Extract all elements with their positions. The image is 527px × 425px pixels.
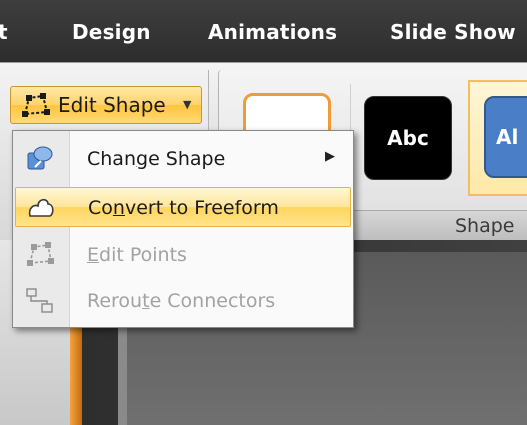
change-shape-icon xyxy=(27,146,53,170)
shape-style-blue[interactable]: Al xyxy=(484,96,527,178)
tab-partial[interactable]: t xyxy=(0,20,8,44)
tab-design[interactable]: Design xyxy=(72,20,151,44)
shape-style-black[interactable]: Abc xyxy=(364,96,452,180)
edit-shape-menu: Change Shape ▶ Convert to Freeform Edit … xyxy=(12,130,354,328)
reroute-connectors-icon xyxy=(26,288,53,313)
edit-shape-label: Edit Shape xyxy=(58,93,166,117)
freeform-icon xyxy=(28,198,54,217)
menu-item-edit-points[interactable]: Edit Points xyxy=(15,235,351,275)
menu-item-change-shape[interactable]: Change Shape ▶ xyxy=(15,139,351,179)
edit-shape-icon xyxy=(22,93,50,117)
ribbon-tab-bar: t Design Animations Slide Show xyxy=(0,0,527,66)
tab-animations[interactable]: Animations xyxy=(208,20,337,44)
edit-points-icon xyxy=(27,242,54,266)
menu-item-convert-to-freeform[interactable]: Convert to Freeform xyxy=(15,187,351,227)
menu-item-reroute-connectors[interactable]: Reroute Connectors xyxy=(15,281,351,321)
tab-slide-show[interactable]: Slide Show xyxy=(390,20,516,44)
edit-shape-button[interactable]: Edit Shape ▼ xyxy=(10,86,202,124)
chevron-down-icon: ▼ xyxy=(183,98,192,111)
submenu-arrow-icon: ▶ xyxy=(325,149,335,164)
shape-styles-group-label: Shape xyxy=(455,215,515,237)
